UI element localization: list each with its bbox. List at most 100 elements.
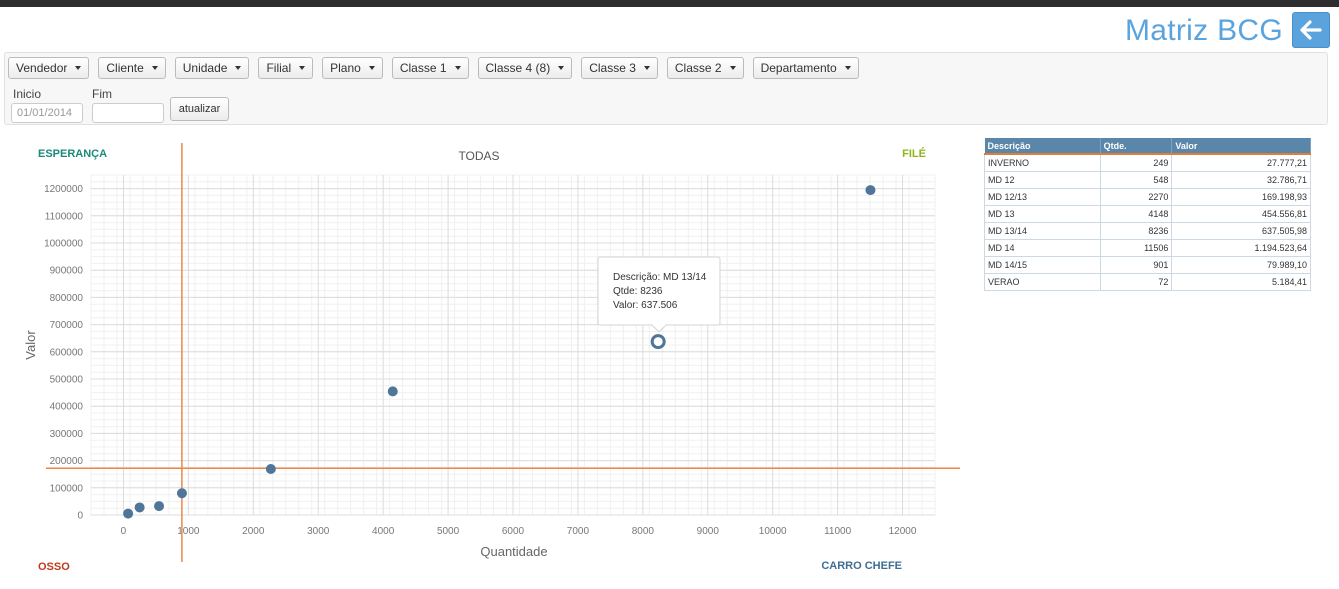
x-tick-label: 10000	[759, 526, 787, 537]
data-point[interactable]	[123, 508, 134, 519]
filter-dropdown-vendedor[interactable]: Vendedor	[8, 57, 90, 79]
cell-qtde: 548	[1099, 170, 1173, 189]
filter-dropdown-classe-1[interactable]: Classe 1	[391, 57, 469, 79]
table-row[interactable]: MD 13 4148 454.556,81	[984, 204, 1311, 223]
page-title: Matriz BCG	[1124, 14, 1283, 47]
data-point[interactable]	[265, 463, 276, 474]
caret-down-icon	[558, 66, 565, 70]
data-point[interactable]	[865, 185, 876, 196]
filter-dropdown-unidade[interactable]: Unidade	[174, 57, 250, 79]
inicio-date-input[interactable]: 01/01/2014	[11, 103, 83, 123]
table-row[interactable]: INVERNO 249 27.777,21	[984, 153, 1311, 172]
quadrant-osso: OSSO	[38, 561, 70, 573]
grid	[90, 174, 936, 516]
filter-dropdown-classe-3[interactable]: Classe 3	[581, 57, 658, 79]
caret-down-icon	[75, 66, 82, 70]
table-row[interactable]: MD 13/14 8236 637.505,98	[984, 221, 1311, 240]
filter-dropdowns: Vendedor Cliente Unidade Filial Plano Classe …	[8, 57, 859, 79]
y-axis-label: Valor	[23, 330, 38, 360]
caret-down-icon	[844, 66, 851, 70]
cell-valor: 27.777,21	[1171, 153, 1311, 172]
scatter-chart: 0 1000 2000 3000 4000 5000 6000 7000 8000 9000 100…	[23, 143, 960, 573]
y-tick-label: 1100000	[45, 211, 84, 222]
filter-dropdown-cliente[interactable]: Cliente	[98, 57, 166, 79]
cell-valor: 32.786,71	[1171, 170, 1311, 189]
y-tick-label: 700000	[50, 320, 84, 331]
data-point[interactable]	[176, 488, 187, 499]
bcg-chart: 0 1000 2000 3000 4000 5000 6000 7000 8000 9000 100…	[0, 135, 960, 584]
filter-dropdown-departamento[interactable]: Departamento	[752, 57, 859, 79]
dropdown-label: Plano	[330, 61, 361, 75]
cell-qtde: 4148	[1099, 204, 1173, 223]
filter-panel: Vendedor Cliente Unidade Filial Plano Classe …	[4, 52, 1328, 125]
data-point[interactable]	[134, 502, 145, 513]
caret-down-icon	[299, 66, 306, 70]
update-button[interactable]: atualizar	[170, 97, 229, 121]
dropdown-label: Cliente	[106, 61, 144, 75]
cell-qtde: 11506	[1099, 238, 1173, 257]
back-button[interactable]	[1292, 12, 1330, 48]
x-axis-label: Quantidade	[480, 544, 547, 559]
cell-qtde: 2270	[1099, 187, 1173, 206]
data-point[interactable]	[154, 501, 165, 512]
y-tick-label: 500000	[50, 375, 84, 386]
y-tick-label: 900000	[50, 266, 84, 277]
inicio-label: Inicio	[13, 87, 42, 101]
x-tick-label: 11000	[824, 526, 852, 537]
data-table: Descrição Qtde. Valor INVERNO 249 27.777,21 M…	[984, 138, 1311, 291]
table-row[interactable]: MD 12 548 32.786,71	[984, 170, 1311, 189]
cell-valor: 1.194.523,64	[1171, 238, 1311, 257]
dropdown-label: Classe 1	[399, 61, 447, 75]
chart-title: TODAS	[458, 149, 499, 163]
y-tick-label: 400000	[50, 402, 84, 413]
caret-down-icon	[454, 66, 461, 70]
column-header[interactable]: Valor	[1171, 138, 1311, 155]
cell-descricao: MD 12	[984, 170, 1101, 189]
caret-down-icon	[729, 66, 736, 70]
cell-valor: 5.184,41	[1171, 272, 1311, 291]
y-tick-label: 300000	[50, 429, 84, 440]
dropdown-label: Vendedor	[16, 61, 68, 75]
cell-valor: 454.556,81	[1171, 204, 1311, 223]
y-tick-label: 100000	[50, 483, 84, 494]
cell-descricao: MD 13/14	[984, 221, 1101, 240]
tooltip-line-1: Descrição: MD 13/14	[613, 272, 707, 283]
quadrant-esperanca: ESPERANÇA	[38, 148, 107, 160]
dropdown-label: Classe 3	[589, 61, 636, 75]
filter-dropdown-plano[interactable]: Plano	[322, 57, 383, 79]
cell-descricao: MD 12/13	[984, 187, 1101, 206]
cell-valor: 169.198,93	[1171, 187, 1311, 206]
quadrant-file: FILÉ	[902, 147, 926, 160]
x-tick-label: 9000	[697, 526, 720, 537]
x-tick-label: 3000	[307, 526, 330, 537]
caret-down-icon	[151, 66, 158, 70]
column-header[interactable]: Descrição	[984, 138, 1101, 155]
cell-descricao: INVERNO	[984, 153, 1101, 172]
caret-down-icon	[368, 66, 375, 70]
data-point-highlighted[interactable]	[650, 334, 666, 350]
table-row[interactable]: MD 14/15 901 79.989,10	[984, 255, 1311, 274]
data-point[interactable]	[387, 386, 398, 397]
filter-dropdown-classe-4-8[interactable]: Classe 4 (8)	[477, 57, 573, 79]
table-header-row: Descrição Qtde. Valor	[984, 138, 1311, 155]
dropdown-label: Departamento	[760, 61, 837, 75]
dropdown-label: Classe 2	[674, 61, 722, 75]
column-header[interactable]: Qtde.	[1100, 138, 1173, 155]
cell-valor: 637.505,98	[1171, 221, 1311, 240]
y-tick-label: 600000	[50, 347, 84, 358]
y-tick-label: 800000	[50, 293, 84, 304]
fim-date-input[interactable]	[92, 103, 164, 123]
table-row[interactable]: VERAO 72 5.184,41	[984, 272, 1311, 291]
tooltip-line-2: Qtde: 8236	[613, 286, 663, 297]
x-tick-label: 8000	[632, 526, 655, 537]
y-tick-label: 1200000	[44, 184, 83, 195]
filter-dropdown-filial[interactable]: Filial	[258, 57, 314, 79]
filter-dropdown-classe-2[interactable]: Classe 2	[666, 57, 744, 79]
table-row[interactable]: MD 14 11506 1.194.523,64	[984, 238, 1311, 257]
x-tick-label: 2000	[242, 526, 265, 537]
table-row[interactable]: MD 12/13 2270 169.198,93	[984, 187, 1311, 206]
table-body: INVERNO 249 27.777,21 MD 12 548 32.786,71 MD 1…	[984, 153, 1311, 291]
cell-valor: 79.989,10	[1171, 255, 1311, 274]
cell-descricao: MD 14/15	[984, 255, 1101, 274]
dropdown-label: Unidade	[182, 61, 228, 75]
